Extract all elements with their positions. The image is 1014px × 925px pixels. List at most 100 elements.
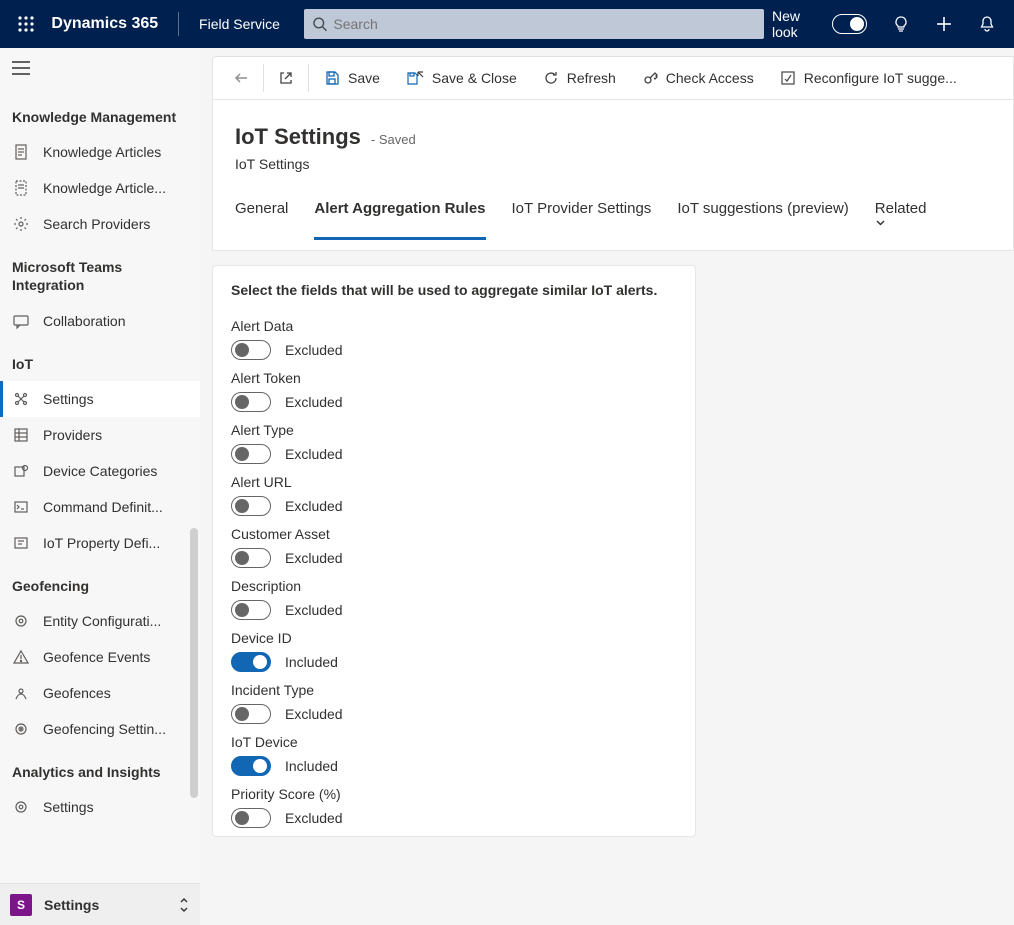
- sidebar-item-geofencing-settings[interactable]: Geofencing Settin...: [0, 711, 200, 747]
- field-label: Alert Token: [231, 370, 677, 386]
- page-title: IoT Settings: [235, 124, 361, 150]
- toggle-alert-token[interactable]: [231, 392, 271, 412]
- toggle-alert-url[interactable]: [231, 496, 271, 516]
- sidebar-item-iot-settings[interactable]: Settings: [0, 381, 200, 417]
- sidebar-item-label: IoT Property Defi...: [43, 535, 160, 551]
- main-content: Save Save & Close Refresh Check Access R…: [200, 48, 1014, 925]
- app-launcher-button[interactable]: [8, 0, 43, 48]
- cmd-divider: [263, 64, 264, 92]
- sidebar-item-search-providers[interactable]: Search Providers: [0, 206, 200, 242]
- page-subtitle: IoT Settings: [235, 156, 991, 172]
- sidebar-item-label: Collaboration: [43, 313, 126, 329]
- sidebar-item-device-categories[interactable]: Device Categories: [0, 453, 200, 489]
- toggle-state-text: Excluded: [285, 550, 343, 566]
- brand-name[interactable]: Dynamics 365: [47, 15, 170, 33]
- sidebar-item-iot-property-definitions[interactable]: IoT Property Defi...: [0, 525, 200, 561]
- notifications-button[interactable]: [967, 0, 1006, 48]
- sidebar-item-ai-settings[interactable]: Settings: [0, 789, 200, 825]
- refresh-label: Refresh: [567, 70, 616, 86]
- save-close-icon: [406, 70, 424, 86]
- add-button[interactable]: [924, 0, 963, 48]
- new-look-toggle[interactable]: [832, 14, 867, 34]
- field-alert-type: Alert TypeExcluded: [221, 412, 687, 464]
- nav-group-title: Geofencing: [0, 561, 200, 603]
- back-button[interactable]: [221, 56, 261, 100]
- sidebar: Knowledge ManagementKnowledge ArticlesKn…: [0, 48, 200, 925]
- sidebar-collapse-button[interactable]: [11, 58, 31, 78]
- panel-title: Select the fields that will be used to a…: [221, 282, 687, 308]
- field-label: Priority Score (%): [231, 786, 677, 802]
- app-name[interactable]: Field Service: [187, 16, 296, 32]
- toggle-alert-data[interactable]: [231, 340, 271, 360]
- grid-icon: [12, 426, 30, 444]
- toggle-alert-type[interactable]: [231, 444, 271, 464]
- doc-dashed-icon: [12, 179, 30, 197]
- sidebar-scrollbar[interactable]: [190, 528, 198, 798]
- tab-agg-rules[interactable]: Alert Aggregation Rules: [314, 194, 485, 240]
- field-description: DescriptionExcluded: [221, 568, 687, 620]
- field-iot-device: IoT DeviceIncluded: [221, 724, 687, 776]
- save-button[interactable]: Save: [311, 56, 393, 100]
- field-device-id: Device ID Included: [221, 620, 687, 672]
- tab-general[interactable]: General: [235, 194, 288, 240]
- cmd-divider: [308, 64, 309, 92]
- sidebar-item-geofences[interactable]: Geofences: [0, 675, 200, 711]
- field-customer-asset: Customer AssetExcluded: [221, 516, 687, 568]
- toggle-incident-type[interactable]: [231, 704, 271, 724]
- header-divider: [178, 12, 179, 36]
- sidebar-item-command-definitions[interactable]: Command Definit...: [0, 489, 200, 525]
- nav-group-title: IoT: [0, 339, 200, 381]
- toggle-priority-score[interactable]: [231, 808, 271, 828]
- global-search-input[interactable]: [327, 15, 756, 33]
- save-label: Save: [348, 70, 380, 86]
- toggle-state-text: Included: [285, 758, 338, 774]
- page-header: IoT Settings - Saved IoT Settings Genera…: [212, 100, 1014, 251]
- sidebar-item-label: Entity Configurati...: [43, 613, 161, 629]
- field-label: Incident Type: [231, 682, 677, 698]
- new-look-toggle-group: New look: [772, 8, 867, 40]
- sidebar-item-label: Geofence Events: [43, 649, 150, 665]
- sidebar-item-entity-config[interactable]: Entity Configurati...: [0, 603, 200, 639]
- gear2-icon: [12, 612, 30, 630]
- refresh-button[interactable]: Refresh: [530, 56, 629, 100]
- tab-related[interactable]: Related: [875, 194, 933, 240]
- sidebar-item-label: Geofences: [43, 685, 111, 701]
- help-button[interactable]: [881, 0, 920, 48]
- sidebar-item-label: Geofencing Settin...: [43, 721, 166, 737]
- save-icon: [324, 70, 340, 86]
- area-switcher[interactable]: S Settings: [0, 883, 200, 925]
- save-close-button[interactable]: Save & Close: [393, 56, 530, 100]
- form-tabs: General Alert Aggregation Rules IoT Provid…: [235, 194, 991, 240]
- aggregation-panel: Select the fields that will be used to a…: [212, 265, 696, 837]
- toggle-device-id[interactable]: [231, 652, 271, 672]
- field-label: Description: [231, 578, 677, 594]
- tab-suggestions[interactable]: IoT suggestions (preview): [677, 194, 848, 240]
- global-search[interactable]: [304, 9, 764, 39]
- sidebar-item-knowledge-articles[interactable]: Knowledge Articles: [0, 134, 200, 170]
- sidebar-item-providers[interactable]: Providers: [0, 417, 200, 453]
- field-incident-type: Incident TypeExcluded: [221, 672, 687, 724]
- field-label: Alert Data: [231, 318, 677, 334]
- toggle-customer-asset[interactable]: [231, 548, 271, 568]
- toggle-state-text: Excluded: [285, 446, 343, 462]
- field-alert-data: Alert DataExcluded: [221, 308, 687, 360]
- sidebar-item-geofence-events[interactable]: Geofence Events: [0, 639, 200, 675]
- check-access-button[interactable]: Check Access: [629, 56, 767, 100]
- sidebar-item-knowledge-article-templates[interactable]: Knowledge Article...: [0, 170, 200, 206]
- reconfigure-label: Reconfigure IoT sugge...: [804, 70, 957, 86]
- field-label: Device ID: [231, 630, 677, 646]
- sidebar-item-collaboration[interactable]: Collaboration: [0, 303, 200, 339]
- waffle-icon: [18, 16, 34, 32]
- toggle-state-text: Excluded: [285, 394, 343, 410]
- warn-icon: [12, 648, 30, 666]
- toggle-iot-device[interactable]: [231, 756, 271, 776]
- open-external-icon: [278, 70, 294, 86]
- reconfigure-iot-button[interactable]: Reconfigure IoT sugge...: [767, 56, 970, 100]
- gear2-icon: [12, 798, 30, 816]
- toggle-state-text: Included: [285, 654, 338, 670]
- sidebar-item-label: Providers: [43, 427, 102, 443]
- toggle-description[interactable]: [231, 600, 271, 620]
- open-in-new-button[interactable]: [266, 56, 306, 100]
- iot-icon: [12, 390, 30, 408]
- tab-provider[interactable]: IoT Provider Settings: [512, 194, 652, 240]
